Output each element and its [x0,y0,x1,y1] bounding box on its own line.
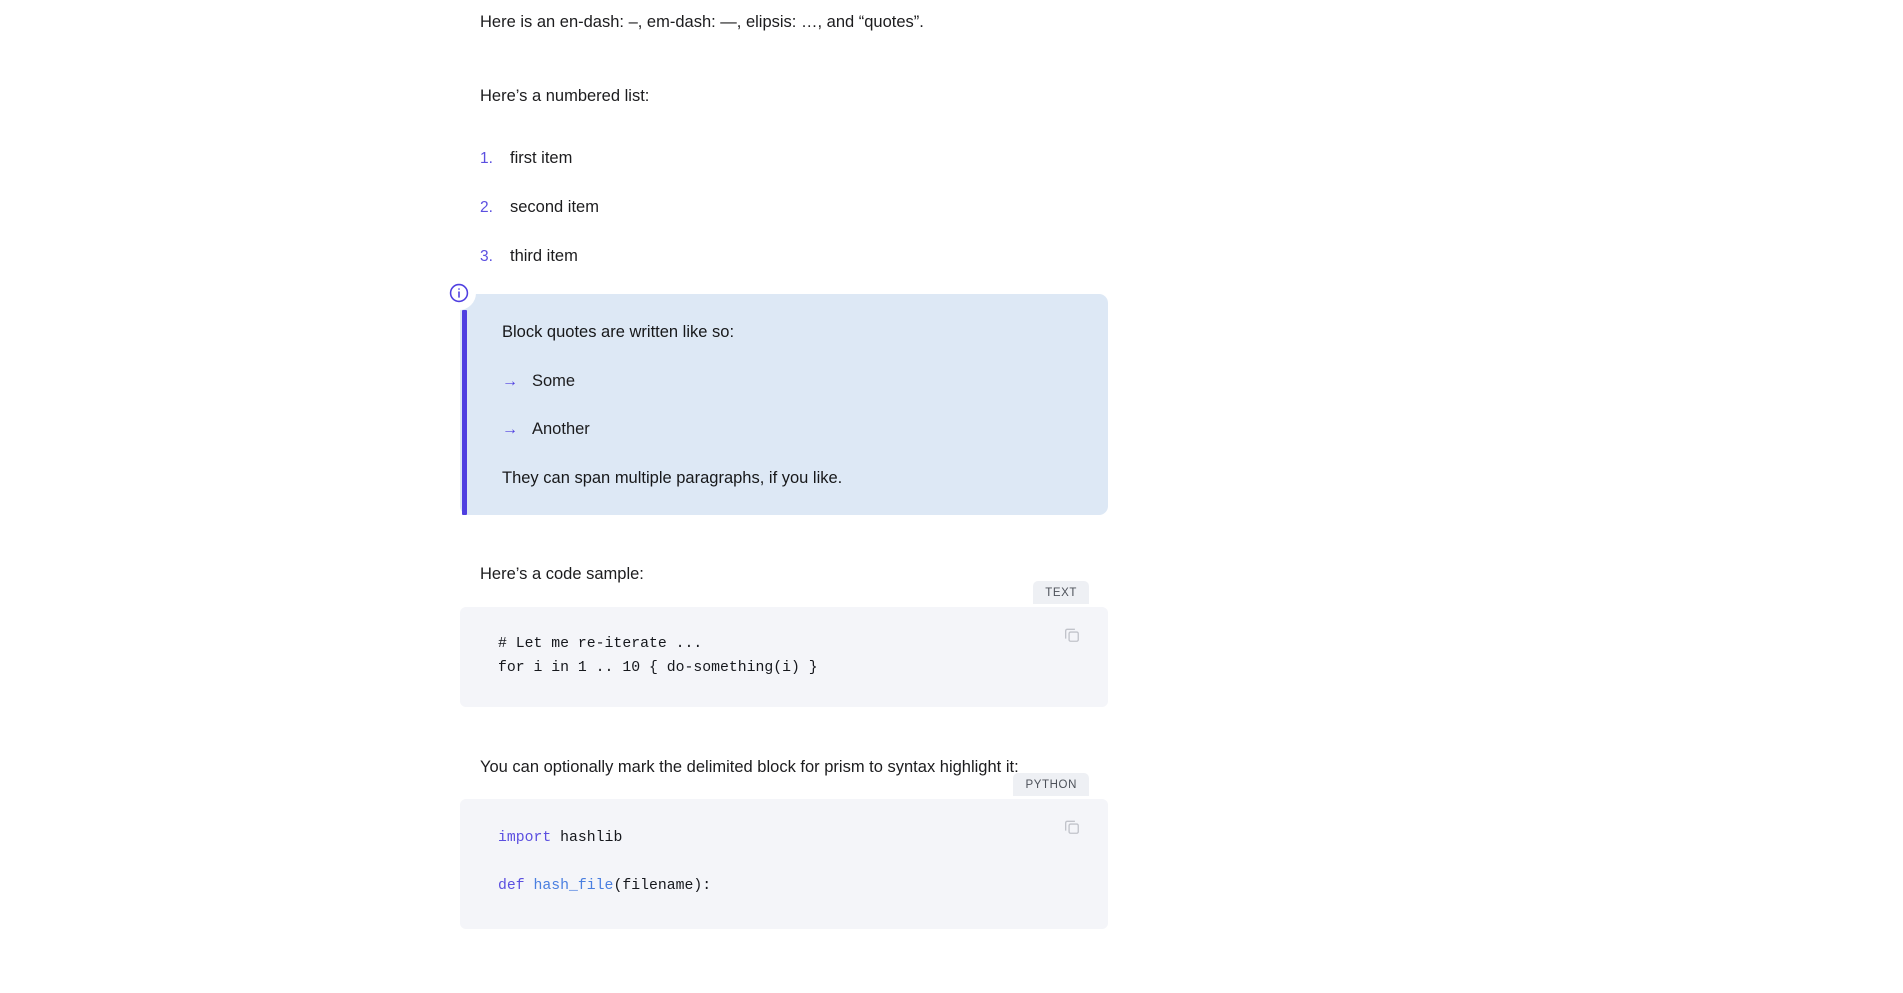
markdown-preview-page: Here is an en-dash: –, em-dash: —, elips… [0,0,1903,993]
language-badge-python: PYTHON [1013,773,1089,797]
callout-closing-text: They can span multiple paragraphs, if yo… [502,469,843,488]
list-item: 1. first item [460,147,1108,171]
info-circle-icon [442,275,476,310]
list-marker: 2. [480,199,493,217]
blockquote-callout-wrapper: Block quotes are written like so: → Some… [442,275,1108,516]
copy-icon[interactable] [1062,625,1084,647]
code-token-arguments: (filename): [613,878,712,895]
code-line: # Let me re-iterate ... [498,635,703,652]
list-marker: 3. [480,247,493,265]
code-block-python-wrapper: PYTHON import hashlib def hash_file(file… [460,773,1108,930]
list-marker: 1. [480,150,493,168]
paragraph-prism-intro: You can optionally mark the delimited bl… [480,757,1019,776]
paragraph-numbered-intro: Here’s a numbered list: [480,86,650,105]
copy-icon[interactable] [1062,817,1084,839]
callout-intro-text: Block quotes are written like so: [502,322,735,341]
list-item: → Another [502,418,1078,441]
code-content-python: import hashlib def hash_file(filename): [498,827,1080,899]
code-block-text: # Let me re-iterate ... for i in 1 .. 10… [460,606,1108,707]
code-block-python: import hashlib def hash_file(filename): [460,799,1108,930]
code-block-text-wrapper: TEXT # Let me re-iterate ... for i in 1 … [460,580,1108,707]
arrow-right-icon: → [502,421,518,439]
arrow-right-icon: → [502,372,518,390]
code-token-function-name: hash_file [524,878,614,895]
paragraph-code-intro: Here’s a code sample: [480,565,644,584]
list-item-label: Another [532,420,590,439]
code-token-module: hashlib [551,830,623,847]
code-token-def-keyword: def [498,878,525,895]
numbered-list: 1. first item 2. second item 3. third it… [460,109,1108,269]
code-content-text: # Let me re-iterate ... for i in 1 .. 10… [498,633,1080,681]
blockquote-callout: Block quotes are written like so: → Some… [442,275,1108,516]
code-token-keyword: import [498,830,552,847]
list-item: 2. second item [460,196,1108,220]
callout-bullet-list: → Some → Another [484,370,1078,442]
list-item-label: second item [510,198,599,217]
paragraph-typography-sample: Here is an en-dash: –, em-dash: —, elips… [480,13,924,31]
list-item-label: third item [510,246,578,265]
list-item-label: first item [510,149,573,168]
list-item: → Some [502,370,1078,393]
language-badge-text: TEXT [1033,580,1089,604]
list-item-label: Some [532,371,576,390]
list-item: 3. third item [460,245,1108,269]
code-line: for i in 1 .. 10 { do-something(i) } [498,659,818,676]
content-column: Here is an en-dash: –, em-dash: —, elips… [442,0,1108,930]
